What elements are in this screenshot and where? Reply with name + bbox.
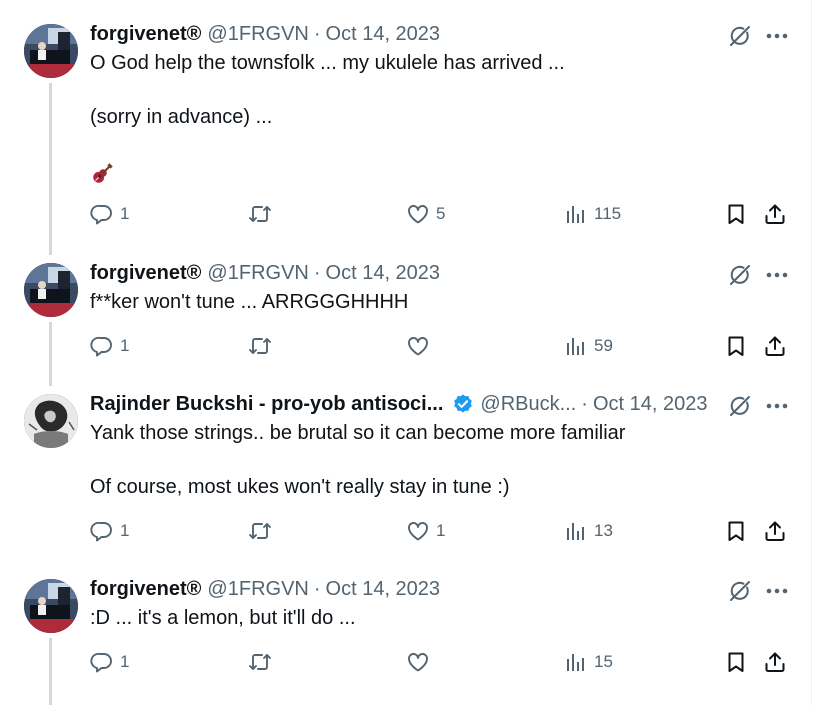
reply-button[interactable]: 1 [90, 334, 129, 358]
more-icon[interactable] [766, 272, 788, 278]
tweet-header: forgivenet® @1FRGVN · Oct 14, 2023 [90, 577, 440, 601]
repost-button[interactable] [248, 334, 278, 358]
tweet-actions: 1 59 [90, 334, 790, 360]
avatar[interactable] [24, 24, 78, 78]
views-icon [564, 334, 588, 358]
reply-count: 1 [120, 652, 130, 671]
repost-icon [248, 202, 272, 226]
tweet-header: Rajinder Buckshi - pro-yob antisoci... @… [90, 392, 707, 416]
reply-button[interactable]: 1 [90, 519, 129, 543]
tweet-date[interactable]: Oct 14, 2023 [326, 262, 441, 285]
tweet-date[interactable]: Oct 14, 2023 [593, 393, 708, 416]
more-icon[interactable] [766, 403, 788, 409]
views-count: 15 [594, 652, 613, 671]
views-count: 13 [594, 521, 613, 540]
tweet[interactable]: forgivenet® @1FRGVN · Oct 14, 2023 f**ke… [0, 261, 810, 373]
tweet[interactable]: forgivenet® @1FRGVN · Oct 14, 2023 :D ..… [0, 577, 810, 689]
tweet-text: :D ... it's a lemon, but it'll do ... [90, 607, 356, 629]
separator-dot: · [581, 392, 588, 415]
tweet-text: f**ker won't tune ... ARRGGGHHHH [90, 291, 409, 313]
reply-button[interactable]: 1 [90, 650, 129, 674]
author-name[interactable]: forgivenet® [90, 262, 201, 285]
grok-icon[interactable] [728, 24, 752, 48]
repost-icon [248, 519, 272, 543]
author-handle[interactable]: @1FRGVN [207, 578, 308, 601]
like-icon [406, 519, 430, 543]
reply-button[interactable]: 1 [90, 202, 129, 226]
views-icon [564, 519, 588, 543]
bookmark-icon[interactable] [724, 202, 748, 226]
repost-icon [248, 650, 272, 674]
views-button[interactable]: 13 [564, 519, 613, 543]
tweet-actions: 1 15 [90, 650, 790, 676]
avatar[interactable] [24, 394, 78, 448]
avatar[interactable] [24, 579, 78, 633]
verified-badge-icon [452, 393, 474, 415]
share-icon[interactable] [763, 334, 787, 358]
views-count: 59 [594, 336, 613, 355]
reply-icon [90, 519, 114, 543]
share-icon[interactable] [763, 650, 787, 674]
tweet-actions: 1 1 13 [90, 519, 790, 545]
repost-icon [248, 334, 272, 358]
views-count: 115 [594, 204, 622, 223]
tweet-header: forgivenet® @1FRGVN · Oct 14, 2023 [90, 261, 440, 285]
reply-icon [90, 334, 114, 358]
reply-count: 1 [120, 521, 130, 540]
more-icon[interactable] [766, 588, 788, 594]
author-handle[interactable]: @RBuck... [480, 393, 576, 416]
tweet-header: forgivenet® @1FRGVN · Oct 14, 2023 [90, 22, 440, 46]
views-icon [564, 650, 588, 674]
views-button[interactable]: 15 [564, 650, 613, 674]
bookmark-icon[interactable] [724, 650, 748, 674]
reply-count: 1 [120, 204, 130, 223]
tweet-date[interactable]: Oct 14, 2023 [326, 23, 441, 46]
repost-button[interactable] [248, 650, 278, 674]
tweet-actions: 1 5 115 [90, 202, 790, 228]
repost-button[interactable] [248, 519, 278, 543]
author-handle[interactable]: @1FRGVN [207, 262, 308, 285]
reply-icon [90, 650, 114, 674]
share-icon[interactable] [763, 519, 787, 543]
tweet[interactable]: forgivenet® @1FRGVN · Oct 14, 2023 O God… [0, 22, 810, 234]
like-button[interactable] [406, 650, 436, 674]
author-handle[interactable]: @1FRGVN [207, 23, 308, 46]
views-icon [564, 202, 588, 226]
views-button[interactable]: 115 [564, 202, 621, 226]
like-icon [406, 334, 430, 358]
tweet-date[interactable]: Oct 14, 2023 [326, 578, 441, 601]
guitar-emoji [90, 160, 116, 186]
separator-dot: · [313, 261, 321, 284]
like-count: 1 [436, 521, 446, 540]
tweet-text: O God help the townsfolk ... my ukulele … [90, 52, 565, 128]
reply-count: 1 [120, 336, 130, 355]
like-count: 5 [436, 204, 446, 223]
reply-icon [90, 202, 114, 226]
tweet[interactable]: Rajinder Buckshi - pro-yob antisoci... @… [0, 392, 810, 559]
more-icon[interactable] [766, 33, 788, 39]
repost-button[interactable] [248, 202, 278, 226]
share-icon[interactable] [763, 202, 787, 226]
grok-icon[interactable] [728, 394, 752, 418]
grok-icon[interactable] [728, 579, 752, 603]
bookmark-icon[interactable] [724, 519, 748, 543]
timeline-border [811, 0, 812, 705]
separator-dot: · [313, 22, 321, 45]
author-name[interactable]: Rajinder Buckshi - pro-yob antisoci... [90, 393, 443, 416]
avatar[interactable] [24, 263, 78, 317]
separator-dot: · [313, 577, 321, 600]
like-button[interactable]: 5 [406, 202, 445, 226]
like-button[interactable]: 1 [406, 519, 445, 543]
author-name[interactable]: forgivenet® [90, 23, 201, 46]
grok-icon[interactable] [728, 263, 752, 287]
bookmark-icon[interactable] [724, 334, 748, 358]
like-icon [406, 202, 430, 226]
tweet-text: Yank those strings.. be brutal so it can… [90, 422, 626, 498]
views-button[interactable]: 59 [564, 334, 613, 358]
author-name[interactable]: forgivenet® [90, 578, 201, 601]
like-button[interactable] [406, 334, 436, 358]
like-icon [406, 650, 430, 674]
